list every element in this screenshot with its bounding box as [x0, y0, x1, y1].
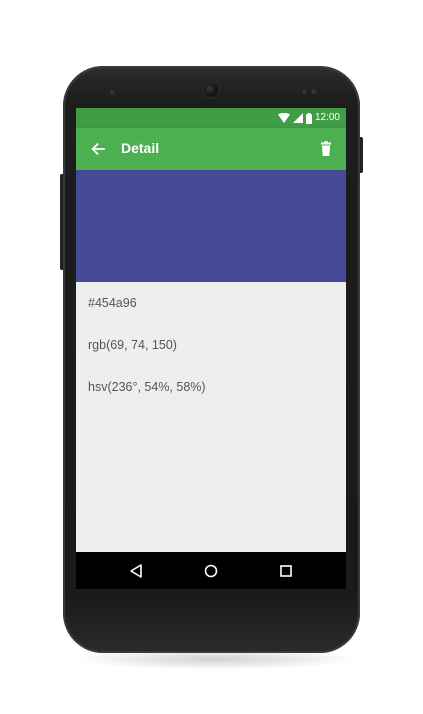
status-time: 12:00 [314, 112, 340, 123]
wifi-icon [277, 113, 290, 123]
page-title: Detail [121, 140, 160, 156]
arrow-left-icon [91, 142, 105, 156]
battery-icon [305, 112, 312, 124]
back-triangle-icon [130, 564, 142, 578]
trash-icon [321, 141, 331, 156]
device-scene: 12:00 Detail #454a96 rgb(69, 74, 150) hs… [0, 0, 423, 714]
recents-square-icon [280, 565, 292, 577]
sensor-dot [311, 89, 316, 94]
sensor-dot [302, 89, 307, 94]
nav-back-button[interactable] [126, 561, 146, 581]
color-swatch [76, 170, 346, 282]
navigation-bar [76, 552, 346, 589]
front-camera [204, 83, 218, 97]
app-toolbar: Detail [76, 128, 346, 170]
delete-button[interactable] [316, 139, 336, 159]
status-icons: 12:00 [277, 111, 340, 125]
rgb-value: rgb(69, 74, 150) [88, 338, 177, 352]
nav-home-button[interactable] [201, 561, 221, 581]
app-screen: 12:00 Detail #454a96 rgb(69, 74, 150) hs… [76, 108, 346, 589]
hex-value: #454a96 [88, 296, 137, 310]
status-bar: 12:00 [76, 108, 346, 128]
sensor-dot [110, 90, 115, 95]
hsv-value: hsv(236°, 54%, 58%) [88, 380, 206, 394]
home-circle-icon [204, 564, 218, 578]
back-button[interactable] [88, 139, 108, 159]
signal-icon [292, 113, 303, 123]
nav-recents-button[interactable] [276, 561, 296, 581]
